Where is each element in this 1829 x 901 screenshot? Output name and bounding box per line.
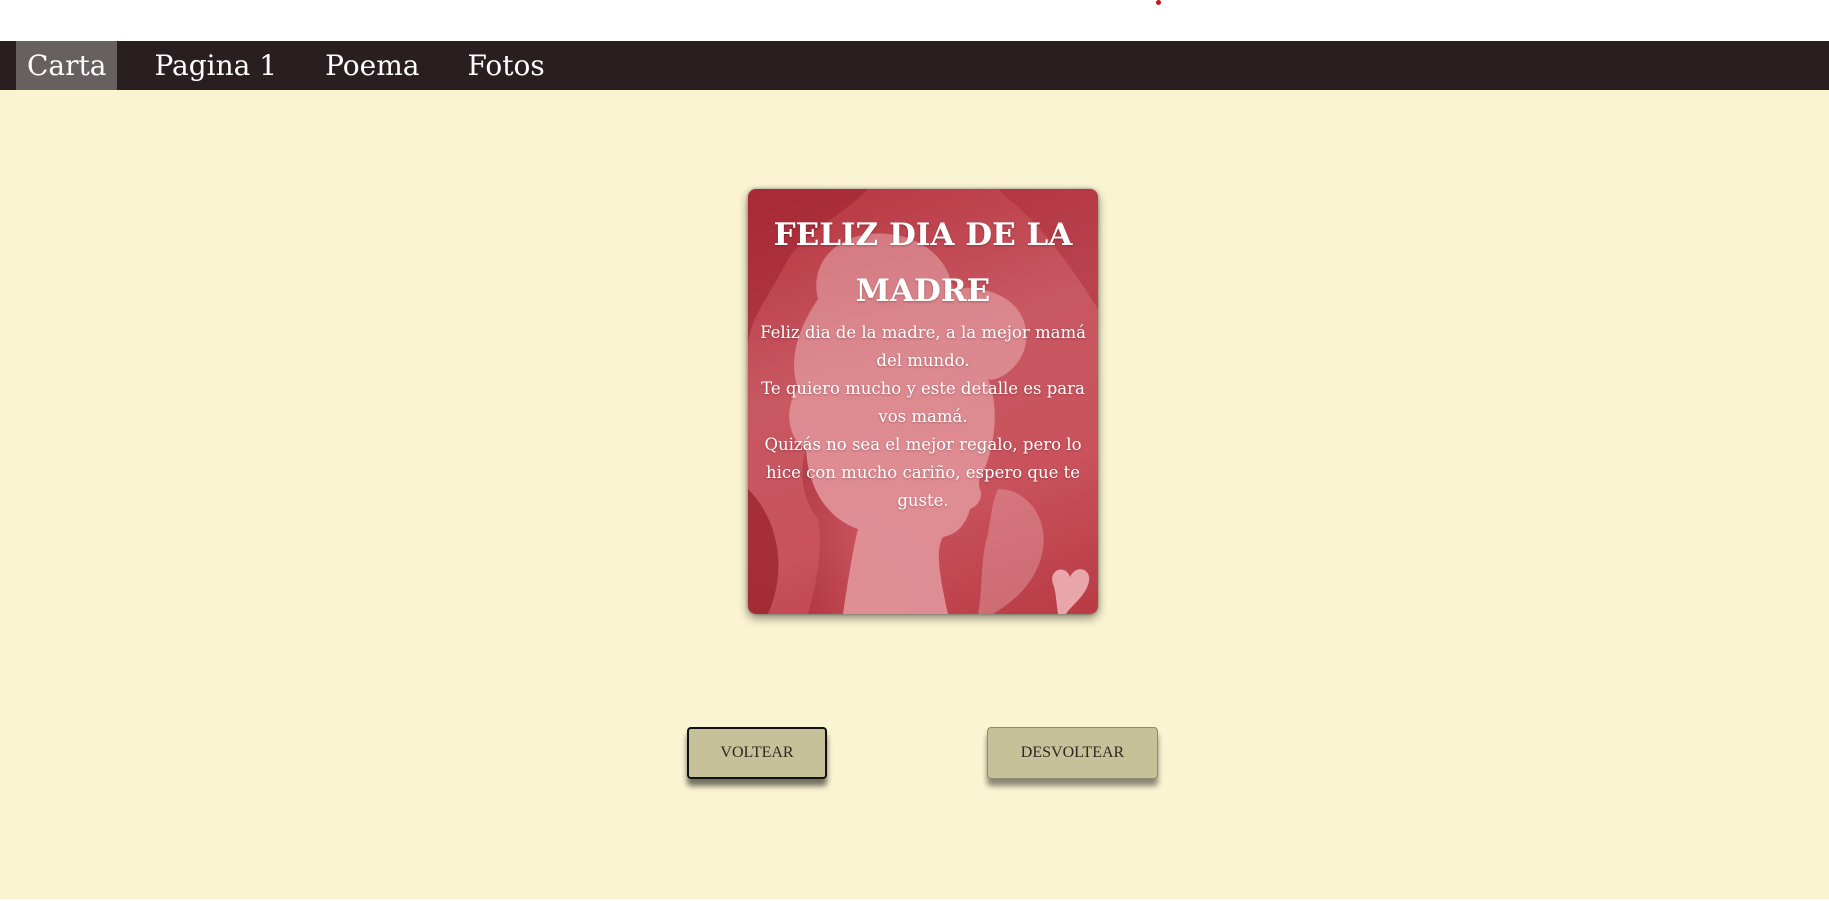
mothers-day-card: FELIZ DIA DE LA MADRE Feliz dia de la ma… [748,189,1098,614]
card-content: FELIZ DIA DE LA MADRE Feliz dia de la ma… [748,189,1098,515]
nav-item-fotos[interactable]: Fotos [456,41,555,90]
navbar: Carta Pagina 1 Poema Fotos [0,41,1829,90]
voltear-button[interactable]: VOLTEAR [687,727,827,779]
nav-item-poema[interactable]: Poema [314,41,430,90]
main-content: FELIZ DIA DE LA MADRE Feliz dia de la ma… [0,90,1829,901]
card-line-1: Feliz dia de la madre, a la mejor mamá d… [760,323,1086,370]
red-dot-decoration [1156,0,1161,5]
card-title: FELIZ DIA DE LA MADRE [773,217,1073,309]
card-line-3: Quizás no sea el mejor regalo, pero lo h… [764,435,1082,510]
nav-item-carta[interactable]: Carta [16,41,118,90]
card-line-2: Te quiero mucho y este detalle es para v… [761,379,1085,426]
nav-item-pagina-1[interactable]: Pagina 1 [143,41,288,90]
desvoltear-button[interactable]: DESVOLTEAR [987,727,1158,779]
top-strip [0,0,1829,41]
card-message: Feliz dia de la madre, a la mejor mamá d… [758,319,1088,515]
